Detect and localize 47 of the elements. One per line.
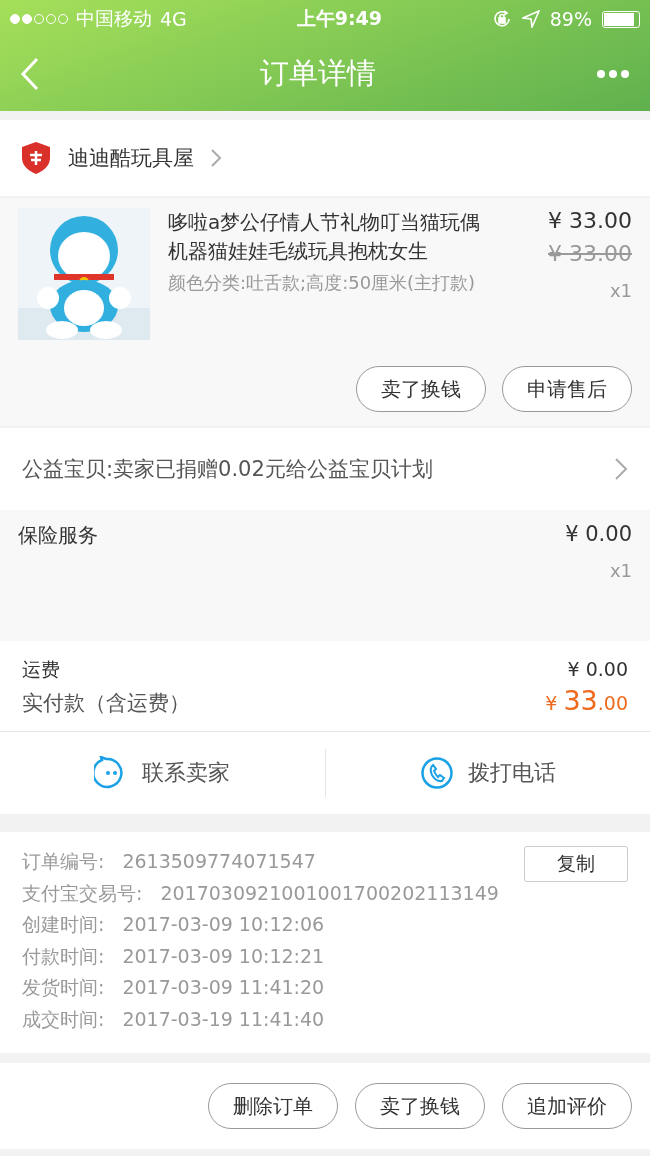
network-type: 4G xyxy=(160,8,187,30)
page-title: 订单详情 xyxy=(259,55,377,92)
rotation-lock-icon xyxy=(491,9,512,29)
quantity: x1 xyxy=(608,560,632,581)
product-title[interactable]: 哆啦a梦公仔情人节礼物叮当猫玩偶机器猫娃娃毛绒玩具抱枕女生 xyxy=(168,208,494,266)
shipping-fee: ¥ 0.00 xyxy=(567,658,628,680)
chevron-icon xyxy=(210,148,222,168)
battery-icon xyxy=(602,10,640,28)
info-value: 2613509774071547 xyxy=(122,849,316,874)
contact-seller-button[interactable]: 联系卖家 xyxy=(0,755,325,791)
quantity: x1 xyxy=(608,280,632,301)
more-icon[interactable] xyxy=(596,69,630,79)
paid-label: 实付款（含运费） xyxy=(22,690,190,717)
back-icon[interactable] xyxy=(20,57,40,91)
info-value: 2017-03-19 11:41:40 xyxy=(122,1006,325,1032)
phone-icon xyxy=(419,756,454,790)
insurance-label: 保险服务 xyxy=(18,522,98,549)
shipping-label: 运费 xyxy=(22,657,60,682)
action-button[interactable]: 申请售后 xyxy=(502,366,632,412)
info-value: 2017-03-09 10:12:21 xyxy=(122,943,325,969)
info-label: 付款时间: xyxy=(22,943,105,969)
product-variant: 颜色分类:吐舌款;高度:50厘米(主打款) xyxy=(168,271,477,295)
info-label: 订单编号: xyxy=(22,849,105,874)
info-label: 创建时间: xyxy=(22,912,105,937)
carrier: 中国移动 xyxy=(76,6,152,31)
info-value: 2017030921001001700202113149 xyxy=(160,880,499,906)
action-button[interactable]: 卖了换钱 xyxy=(355,1083,485,1129)
paid-amount: ¥ 33.00 xyxy=(545,685,628,716)
info-label: 发货时间: xyxy=(22,975,105,1000)
shop-name[interactable]: 迪迪酷玩具屋 xyxy=(68,144,194,172)
location-arrow-icon xyxy=(521,10,540,28)
insurance-price: ¥ 0.00 xyxy=(565,522,632,546)
original-price: ¥ 33.00 xyxy=(547,241,632,266)
chevron-icon xyxy=(614,457,628,481)
clock: 上午9:49 xyxy=(295,6,383,31)
call-button[interactable]: 拨打电话 xyxy=(325,755,650,791)
action-button[interactable]: 卖了换钱 xyxy=(356,366,486,412)
info-label: 支付宝交易号: xyxy=(22,880,143,906)
info-value: 2017-03-09 11:41:20 xyxy=(122,975,325,1000)
battery-level: 89% xyxy=(549,8,592,30)
shop-badge-icon xyxy=(20,141,52,175)
action-button[interactable]: 删除订单 xyxy=(208,1083,338,1129)
product-price: ¥ 33.00 xyxy=(547,208,632,233)
copy-button[interactable]: 复制 xyxy=(524,846,628,882)
action-button[interactable]: 追加评价 xyxy=(502,1083,632,1129)
info-label: 成交时间: xyxy=(22,1006,105,1032)
info-value: 2017-03-09 10:12:06 xyxy=(122,912,325,937)
